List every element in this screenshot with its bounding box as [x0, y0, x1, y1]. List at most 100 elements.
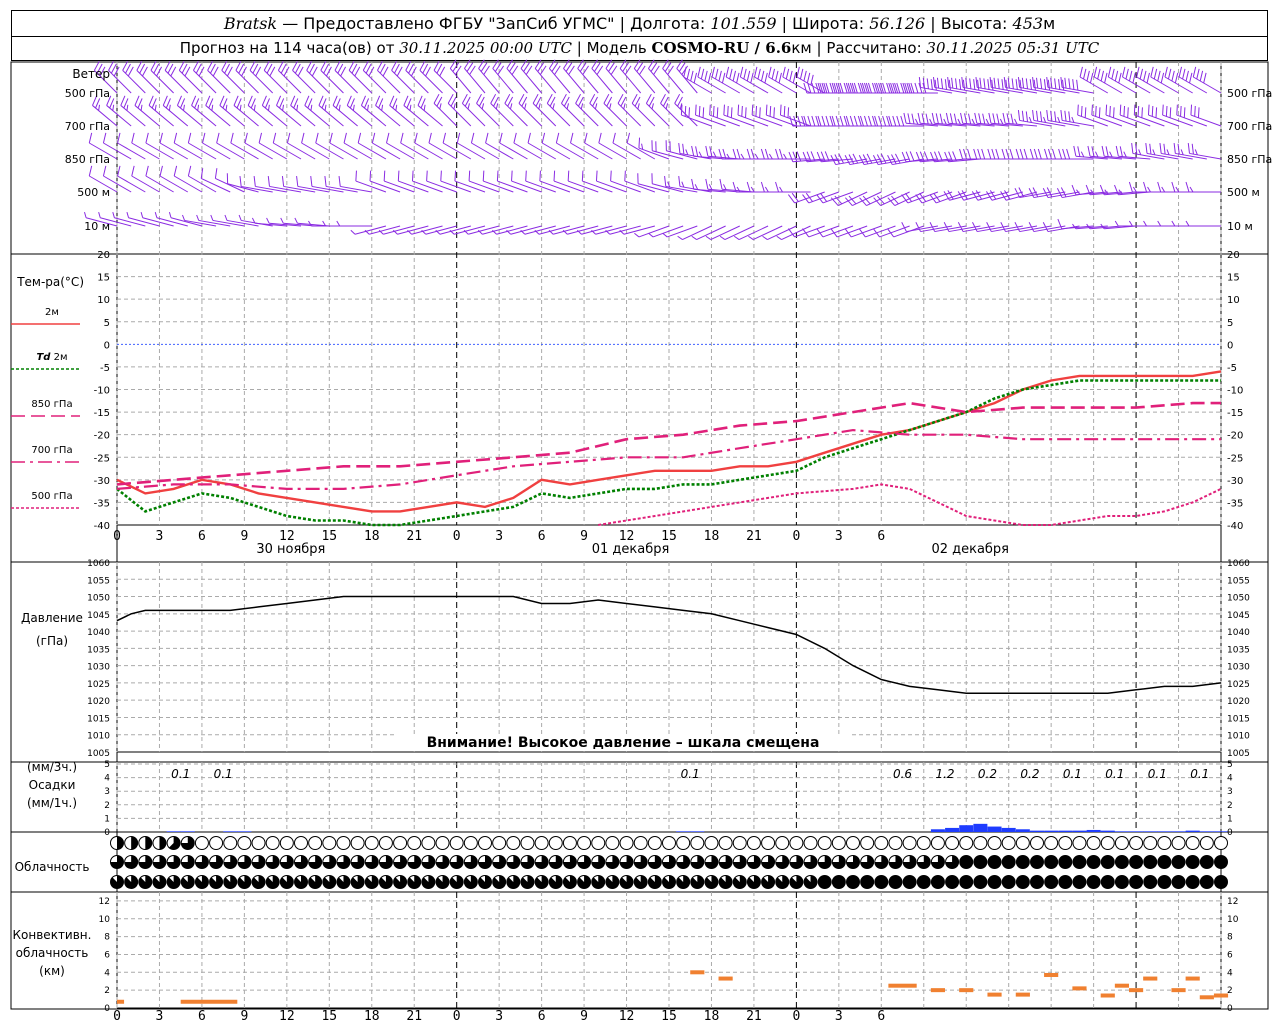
wind-barb-flag	[1178, 66, 1183, 78]
wind-barb-flag	[309, 63, 315, 74]
wind-barb-flag	[145, 165, 149, 177]
wind-barb-staff	[610, 180, 641, 193]
cloud-symbol	[732, 855, 747, 869]
cloud-symbol	[888, 855, 903, 869]
wind-barb-staff	[603, 103, 627, 127]
wind-barb-flag	[732, 70, 737, 82]
cloud-symbol	[1129, 855, 1144, 869]
wind-barb-staff	[170, 217, 203, 227]
wind-barb-flag	[468, 170, 471, 182]
wind-barb-flag	[198, 66, 205, 77]
wind-barb-staff	[173, 142, 203, 160]
wind-barb-flag	[527, 132, 531, 144]
wind-barb-flag	[532, 93, 539, 104]
temp-tick-label-right: -5	[1227, 363, 1237, 374]
precip-3h-label: 0.1	[171, 767, 190, 781]
wind-barb-flag	[695, 146, 699, 157]
wind-barb-flag	[1084, 107, 1087, 118]
wind-barb	[1136, 66, 1165, 94]
wind-barb-flag	[858, 228, 866, 238]
wind-barb-flag	[286, 132, 291, 144]
wind-barb-flag	[968, 113, 972, 125]
hour-tick-label: 21	[406, 529, 422, 544]
wind-barb-flag	[975, 190, 983, 200]
hour-tick-label: 3	[835, 529, 843, 544]
hour-tick-label: 18	[704, 529, 720, 544]
wind-barb-flag	[225, 104, 228, 111]
cloud-symbol	[407, 875, 422, 889]
wind-barb-flag	[337, 63, 344, 74]
wind-barb-flag	[1061, 79, 1065, 91]
wind-barb-staff	[567, 180, 599, 193]
cloud-symbol	[902, 875, 917, 889]
wind-level-label-right: 500 гПа	[1227, 87, 1272, 100]
wind-barb-flag	[716, 107, 719, 118]
wind-barb-flag	[746, 181, 751, 193]
wind-barb-flag	[1122, 66, 1126, 78]
wind-barb-flag	[1093, 66, 1098, 78]
wind-barb-flag	[760, 181, 765, 193]
cloud-symbol	[789, 875, 804, 889]
wind-barb-staff	[221, 70, 245, 94]
wind-barb-flag	[1051, 148, 1056, 160]
wind-barb-staff	[372, 142, 401, 160]
temp-tick-label: -35	[94, 498, 110, 509]
wind-barb-staff	[598, 142, 627, 160]
wind-barb-staff	[198, 219, 231, 227]
convective-title-line: облачность	[16, 946, 89, 960]
wind-barb-flag	[1146, 72, 1150, 84]
wind-barb-flag	[518, 93, 525, 104]
precip-bar	[237, 831, 252, 832]
cloud-fill-full	[1016, 875, 1030, 889]
wind-barb-flag	[211, 104, 214, 111]
wind-barb-flag	[849, 115, 854, 127]
wind-barb-staff	[426, 180, 457, 193]
legend-label-italic: Td	[36, 352, 51, 363]
wind-barb-flag	[1157, 220, 1162, 227]
cloud-symbol	[1044, 855, 1059, 869]
wind-barb-flag	[120, 95, 126, 106]
cloud-circle	[1072, 836, 1087, 850]
wind-barb-flag	[1064, 110, 1067, 122]
cloud-symbol	[180, 836, 195, 850]
cloud-symbol	[1157, 875, 1172, 889]
wind-barb-staff	[865, 225, 896, 238]
wind-barb-flag	[357, 132, 362, 144]
wind-barb-flag	[740, 153, 745, 160]
cloud-circle	[407, 836, 422, 850]
wind-barb	[725, 66, 755, 94]
cloud-symbol	[1143, 855, 1158, 869]
temp-tick-label: -30	[94, 476, 110, 487]
wind-barb	[541, 132, 571, 160]
wind-barb-flag	[665, 103, 669, 110]
wind-barb-staff	[468, 225, 500, 235]
wind-barb-flag	[405, 60, 412, 71]
wind-barb	[1185, 220, 1221, 227]
wind-barb-flag	[917, 112, 921, 124]
wind-barb	[705, 145, 740, 160]
wind-barb-flag	[258, 132, 263, 144]
cloud-circle	[1086, 836, 1101, 850]
cloud-symbol	[746, 855, 761, 869]
cloud-symbol	[860, 855, 875, 869]
wind-barb	[417, 95, 443, 127]
wind-barb-flag	[960, 112, 964, 124]
wind-barb-staff	[343, 142, 373, 160]
wind-barb-flag	[170, 66, 177, 77]
wind-barb-flag	[867, 115, 872, 127]
cloud-symbol	[124, 855, 139, 869]
legend-label-t500: 500 гПа	[31, 491, 72, 502]
wind-barb-flag	[651, 103, 654, 110]
wind-barb-flag	[977, 79, 980, 91]
hour-tick-label: 15	[661, 1009, 677, 1024]
wind-barb-flag	[1189, 72, 1193, 84]
wind-barb-flag	[1114, 220, 1119, 227]
cloud-symbol	[1171, 875, 1186, 889]
wind-barb-flag	[677, 235, 683, 240]
wind-barb-flag	[1192, 66, 1197, 78]
wind-barb-flag	[253, 176, 256, 187]
precip-bar	[1214, 831, 1228, 832]
pressure-tick-label-right: 1035	[1227, 645, 1250, 655]
wind-barb-staff	[581, 225, 613, 235]
cloud-symbol	[223, 875, 238, 889]
